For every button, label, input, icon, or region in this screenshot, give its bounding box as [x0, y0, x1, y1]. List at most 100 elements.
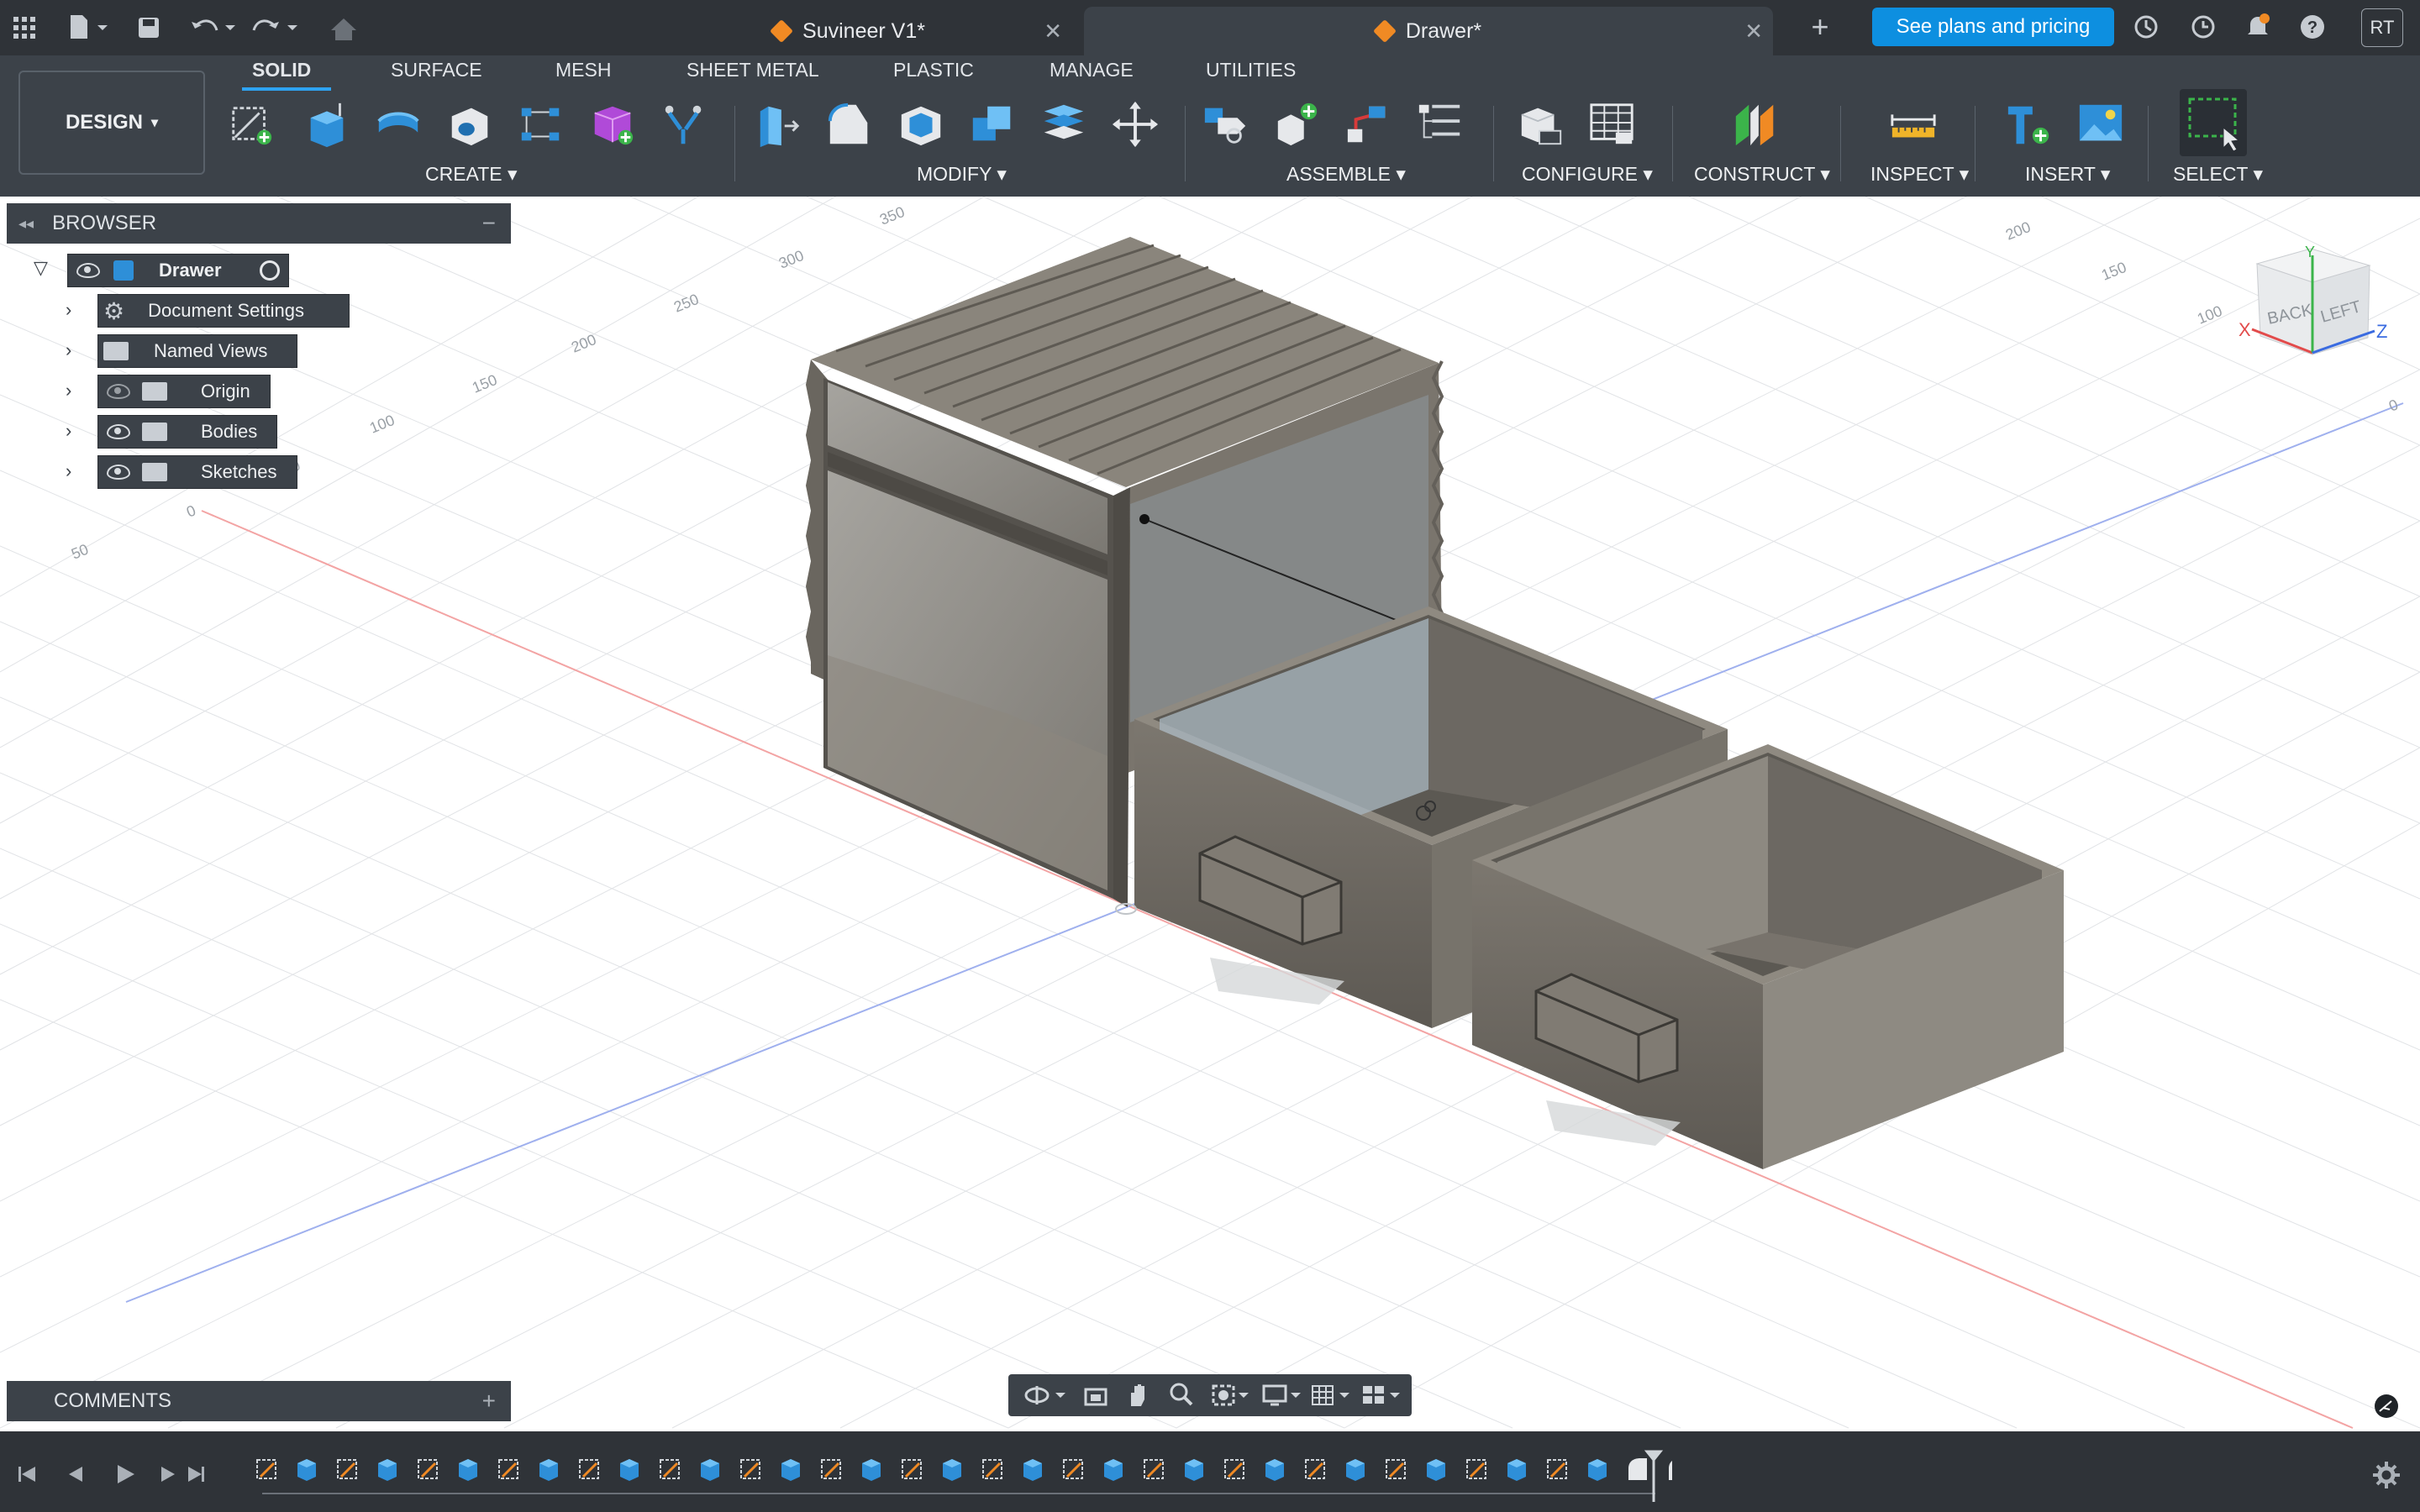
- timeline-sketch-icon[interactable]: [1063, 1459, 1083, 1479]
- grid-settings-icon[interactable]: [1309, 1383, 1356, 1408]
- fillet-icon[interactable]: [825, 99, 874, 150]
- configure-design-icon[interactable]: [1517, 99, 1565, 150]
- timeline-extrude-icon[interactable]: [1588, 1459, 1607, 1481]
- timeline-extrude-icon[interactable]: [781, 1459, 800, 1481]
- timeline-extrude-icon[interactable]: [1346, 1459, 1365, 1481]
- insert-canvas-icon[interactable]: [2076, 99, 2125, 150]
- timeline-extrude-icon[interactable]: [297, 1459, 316, 1481]
- orbit-icon[interactable]: [1023, 1383, 1071, 1408]
- play-icon[interactable]: [118, 1465, 134, 1483]
- browser-item-origin[interactable]: Origin: [97, 375, 271, 408]
- add-comment-icon[interactable]: +: [482, 1388, 496, 1415]
- press-pull-icon[interactable]: [754, 99, 802, 150]
- home-icon[interactable]: [329, 17, 358, 42]
- timeline-sketch-icon[interactable]: [902, 1459, 922, 1479]
- combine-icon[interactable]: [968, 99, 1017, 150]
- apps-grid-icon[interactable]: [12, 15, 37, 40]
- group-configure[interactable]: CONFIGURE ▾: [1522, 163, 1653, 186]
- tab-plastic[interactable]: PLASTIC: [893, 59, 974, 81]
- timeline-extrude-icon[interactable]: [701, 1459, 719, 1481]
- chevron-right-icon[interactable]: ›: [66, 460, 71, 482]
- timeline-settings-gear-icon[interactable]: [2371, 1460, 2402, 1490]
- eye-icon[interactable]: [76, 263, 100, 278]
- zoom-icon[interactable]: [1168, 1381, 1195, 1410]
- group-insert[interactable]: INSERT ▾: [2025, 163, 2110, 186]
- collapse-panel-icon[interactable]: ◂◂: [18, 215, 34, 233]
- go-to-start-icon[interactable]: [18, 1467, 35, 1482]
- chevron-right-icon[interactable]: ›: [66, 299, 71, 321]
- tab-drawer[interactable]: Drawer* ✕: [1084, 7, 1773, 55]
- joint-icon[interactable]: [1202, 99, 1250, 150]
- redo-icon[interactable]: [252, 13, 302, 42]
- browser-item-sketches[interactable]: Sketches: [97, 455, 297, 489]
- tab-mesh[interactable]: MESH: [555, 59, 611, 81]
- fit-icon[interactable]: [1210, 1383, 1257, 1408]
- chevron-right-icon[interactable]: ›: [66, 339, 71, 361]
- group-create[interactable]: CREATE ▾: [425, 163, 518, 186]
- timeline-extrude-icon[interactable]: [943, 1459, 961, 1481]
- new-tab-icon[interactable]: +: [1807, 9, 1833, 44]
- timeline-extrude-icon[interactable]: [1185, 1459, 1203, 1481]
- timeline-extrude-icon[interactable]: [459, 1459, 477, 1481]
- group-select[interactable]: SELECT ▾: [2173, 163, 2263, 186]
- save-icon[interactable]: [136, 15, 161, 40]
- step-forward-icon[interactable]: [161, 1467, 175, 1482]
- create-form-icon[interactable]: [588, 99, 637, 150]
- browser-header[interactable]: ◂◂ BROWSER −: [7, 203, 511, 244]
- timeline-extrude-icon[interactable]: [862, 1459, 881, 1481]
- see-plans-button[interactable]: See plans and pricing: [1872, 8, 2114, 46]
- timeline-sketch-icon[interactable]: [1144, 1459, 1164, 1479]
- tab-sheet-metal[interactable]: SHEET METAL: [687, 59, 819, 81]
- group-inspect[interactable]: INSPECT ▾: [1870, 163, 1969, 186]
- revolve-icon[interactable]: [374, 99, 423, 150]
- tab-manage[interactable]: MANAGE: [1050, 59, 1134, 81]
- pattern-icon[interactable]: [517, 99, 566, 150]
- look-at-icon[interactable]: [1082, 1383, 1109, 1408]
- timeline-sketch-icon[interactable]: [418, 1459, 438, 1479]
- timeline-sketch-icon[interactable]: [337, 1459, 357, 1479]
- chevron-right-icon[interactable]: ›: [66, 380, 71, 402]
- extrude-icon[interactable]: [302, 99, 351, 150]
- move-copy-icon[interactable]: [1111, 99, 1160, 150]
- group-modify[interactable]: MODIFY ▾: [917, 163, 1007, 186]
- timeline-sketch-icon[interactable]: [498, 1459, 518, 1479]
- timeline-extrude-icon[interactable]: [1265, 1459, 1284, 1481]
- browser-item-named-views[interactable]: Named Views: [97, 334, 297, 368]
- timeline-extrude-icon[interactable]: [1507, 1459, 1526, 1481]
- pan-hand-icon[interactable]: [1124, 1381, 1151, 1410]
- tab-utilities[interactable]: UTILITIES: [1206, 59, 1296, 81]
- undo-icon[interactable]: [190, 13, 240, 42]
- history-clock-icon[interactable]: [2190, 13, 2217, 40]
- display-settings-icon[interactable]: [1260, 1383, 1307, 1408]
- chevron-down-icon[interactable]: ▽: [34, 257, 48, 279]
- timeline-sketch-icon[interactable]: [1224, 1459, 1244, 1479]
- timeline-fillet-icon[interactable]: [1628, 1458, 1647, 1480]
- shell-icon[interactable]: [897, 99, 945, 150]
- file-menu-icon[interactable]: [67, 13, 109, 42]
- create-sketch-icon[interactable]: [227, 99, 276, 150]
- offset-plane-icon[interactable]: [1731, 99, 1780, 150]
- browser-item-bodies[interactable]: Bodies: [97, 415, 277, 449]
- timeline-sketch-icon[interactable]: [740, 1459, 760, 1479]
- timeline-sketch-icon[interactable]: [982, 1459, 1002, 1479]
- bill-of-materials-icon[interactable]: [1416, 99, 1465, 150]
- measure-icon[interactable]: [1889, 99, 1938, 150]
- timeline-features[interactable]: [244, 1446, 1672, 1502]
- timeline-extrude-icon[interactable]: [1427, 1459, 1445, 1481]
- timeline-fillet-icon[interactable]: [1669, 1458, 1672, 1480]
- user-avatar[interactable]: RT: [2361, 8, 2403, 47]
- timeline-sketch-icon[interactable]: [1466, 1459, 1486, 1479]
- eye-icon[interactable]: [107, 465, 130, 480]
- viewports-icon[interactable]: [1360, 1383, 1407, 1408]
- hole-icon[interactable]: [445, 99, 494, 150]
- sketch-point[interactable]: [1139, 514, 1150, 524]
- split-body-icon[interactable]: [1039, 99, 1088, 150]
- comments-header[interactable]: COMMENTS +: [7, 1381, 511, 1421]
- go-to-end-icon[interactable]: [188, 1467, 204, 1482]
- select-box-icon[interactable]: [2185, 94, 2244, 153]
- timeline-sketch-icon[interactable]: [256, 1459, 276, 1479]
- timeline-extrude-icon[interactable]: [1104, 1459, 1123, 1481]
- timeline-sketch-icon[interactable]: [1547, 1459, 1567, 1479]
- chevron-right-icon[interactable]: ›: [66, 420, 71, 442]
- eye-hidden-icon[interactable]: [107, 384, 130, 399]
